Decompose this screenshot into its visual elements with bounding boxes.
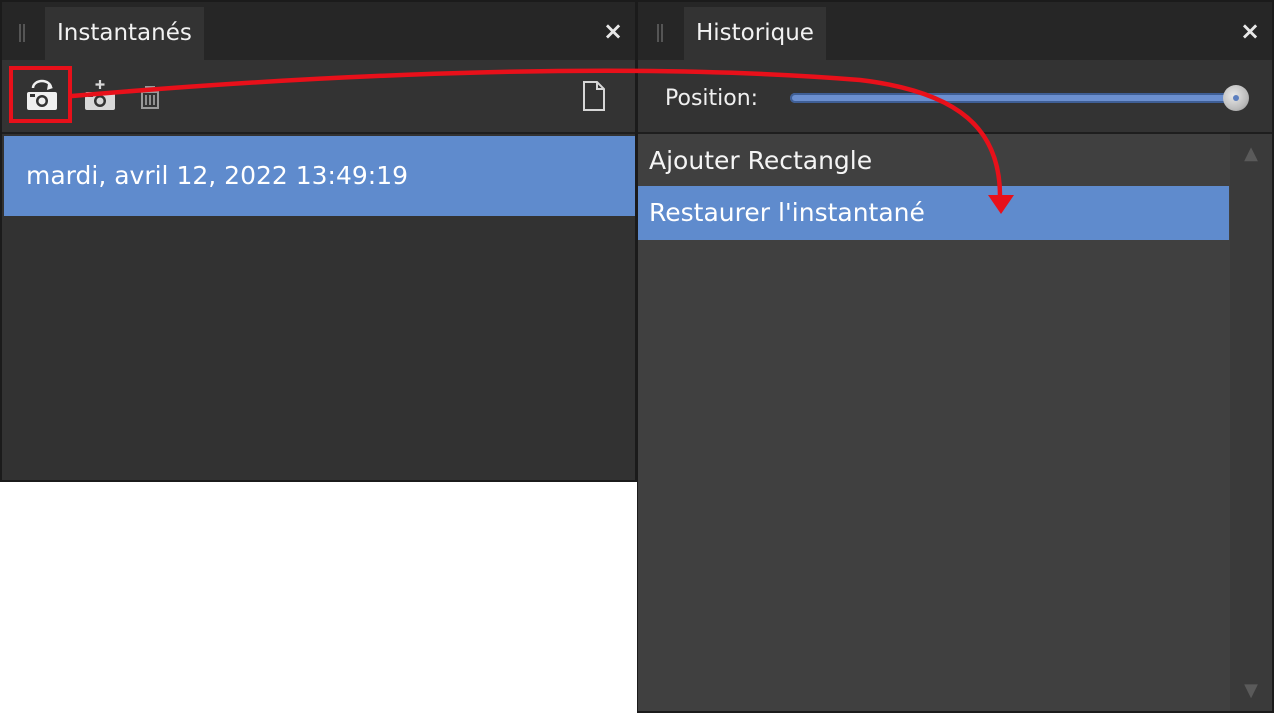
history-scrollbar[interactable]: ▲ ▼ <box>1230 134 1272 711</box>
trash-icon <box>140 86 160 109</box>
delete-snapshot-button[interactable] <box>130 76 170 116</box>
history-list: Ajouter Rectangle Restaurer l'instantané… <box>638 134 1272 711</box>
app-root: Instantanés × mardi, avril 12, 2022 13:4… <box>0 0 1274 713</box>
close-snapshots-panel-button[interactable]: × <box>598 16 628 46</box>
tab-history[interactable]: Historique <box>684 7 826 62</box>
snapshots-list: mardi, avril 12, 2022 13:49:19 <box>2 134 635 480</box>
snapshot-list-item[interactable]: mardi, avril 12, 2022 13:49:19 <box>4 136 635 216</box>
history-toolbar: Position: <box>638 60 1272 134</box>
scroll-down-icon[interactable]: ▼ <box>1241 681 1261 701</box>
add-snapshot-button[interactable] <box>80 76 120 116</box>
camera-add-icon <box>85 80 115 110</box>
position-slider-track[interactable] <box>790 93 1236 103</box>
document-icon <box>583 81 605 111</box>
history-item-restore-snapshot[interactable]: Restaurer l'instantané <box>638 186 1229 240</box>
snapshots-tabbar: Instantanés × <box>2 0 635 62</box>
history-tabbar: Historique × <box>638 0 1272 62</box>
camera-restore-icon <box>27 79 57 110</box>
position-slider-thumb[interactable] <box>1223 85 1249 111</box>
history-panel: Historique × Position: Ajouter Rectangle… <box>637 0 1274 713</box>
panel-grip-handle[interactable] <box>657 24 663 42</box>
history-item-add-rectangle[interactable]: Ajouter Rectangle <box>638 134 1229 188</box>
restore-snapshot-button[interactable] <box>22 76 62 116</box>
panel-grip-handle[interactable] <box>19 24 25 42</box>
position-label: Position: <box>665 86 759 111</box>
snapshots-toolbar <box>2 60 635 134</box>
snapshots-panel: Instantanés × mardi, avril 12, 2022 13:4… <box>0 0 637 482</box>
document-snapshot-button[interactable] <box>574 76 614 116</box>
close-history-panel-button[interactable]: × <box>1235 16 1265 46</box>
scroll-up-icon[interactable]: ▲ <box>1241 144 1261 164</box>
tab-snapshots[interactable]: Instantanés <box>45 7 204 62</box>
